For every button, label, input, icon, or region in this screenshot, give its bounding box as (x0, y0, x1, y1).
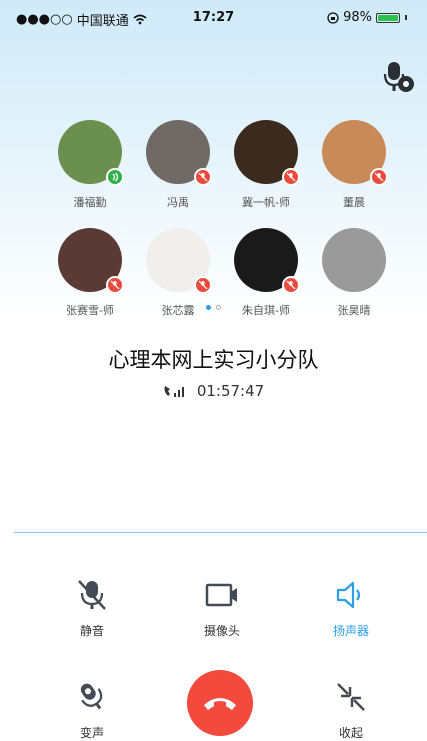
hang-up-button[interactable] (187, 670, 253, 736)
participant[interactable]: 董晨 (310, 120, 398, 210)
mic-muted-icon (106, 276, 124, 294)
voice-settings-icon[interactable] (382, 60, 416, 94)
mute-label: 静音 (79, 624, 104, 638)
avatar-wrapper (146, 228, 212, 294)
camera-label: 摄像头 (203, 624, 240, 638)
avatar-wrapper (146, 120, 212, 186)
speaker-button[interactable]: 扬声器 (301, 578, 401, 639)
battery-icon (376, 12, 400, 23)
battery-percent: 98% (343, 10, 372, 25)
collapse-button[interactable]: 收起 (301, 680, 401, 741)
mute-button[interactable]: 静音 (42, 578, 142, 639)
page-dot-active[interactable] (206, 305, 211, 310)
mic-muted-icon (282, 276, 300, 294)
avatar-wrapper (322, 120, 388, 186)
battery-fill (378, 14, 398, 21)
hang-up-icon (204, 698, 236, 710)
participant[interactable]: 冀一帆-师 (222, 120, 310, 210)
phone-signal-icon (164, 386, 184, 397)
avatar (322, 228, 386, 292)
collapse-icon (337, 683, 365, 711)
avatar-wrapper (322, 228, 386, 292)
participant-name: 董晨 (343, 196, 365, 209)
battery-area: 98% (327, 10, 407, 25)
mic-muted-icon (370, 168, 388, 186)
mic-off-icon (78, 580, 106, 610)
call-timer: 01:57:47 (0, 382, 427, 400)
page-dot[interactable] (216, 305, 221, 310)
participant-name: 冯禹 (167, 196, 189, 209)
divider (14, 532, 427, 533)
camera-button[interactable]: 摄像头 (172, 578, 272, 639)
avatar-wrapper (58, 120, 124, 186)
speaker-label: 扬声器 (332, 624, 369, 638)
call-duration: 01:57:47 (196, 382, 265, 400)
voice-change-label: 变声 (79, 726, 104, 740)
page-indicator (0, 305, 427, 310)
avatar-wrapper (234, 228, 300, 294)
participant-grid: 潘福勤 冯禹 冀一帆-师 董晨 张赛雪-师 张芯露 朱自琪-师 张昊晴 (46, 120, 396, 318)
participant-name: 潘福勤 (73, 196, 107, 209)
speaking-icon (106, 168, 124, 186)
participant[interactable]: 潘福勤 (46, 120, 134, 210)
avatar-wrapper (234, 120, 300, 186)
video-camera-icon (205, 583, 237, 607)
voice-change-mic-icon (80, 683, 103, 710)
collapse-label: 收起 (338, 726, 363, 740)
rotation-lock-icon (327, 11, 339, 24)
mic-muted-icon (194, 276, 212, 294)
mic-muted-icon (282, 168, 300, 186)
group-name: 心理本网上实习小分队 (108, 348, 319, 372)
speaker-icon (336, 581, 361, 609)
participant-name: 冀一帆-师 (242, 196, 290, 209)
mic-muted-icon (194, 168, 212, 186)
avatar-wrapper (58, 228, 124, 294)
battery-cap (405, 15, 407, 20)
status-bar: ●●●○○ 中国联通 17:27 98% (0, 0, 427, 36)
voice-change-button[interactable]: 变声 (42, 680, 142, 741)
participant[interactable]: 冯禹 (134, 120, 222, 210)
